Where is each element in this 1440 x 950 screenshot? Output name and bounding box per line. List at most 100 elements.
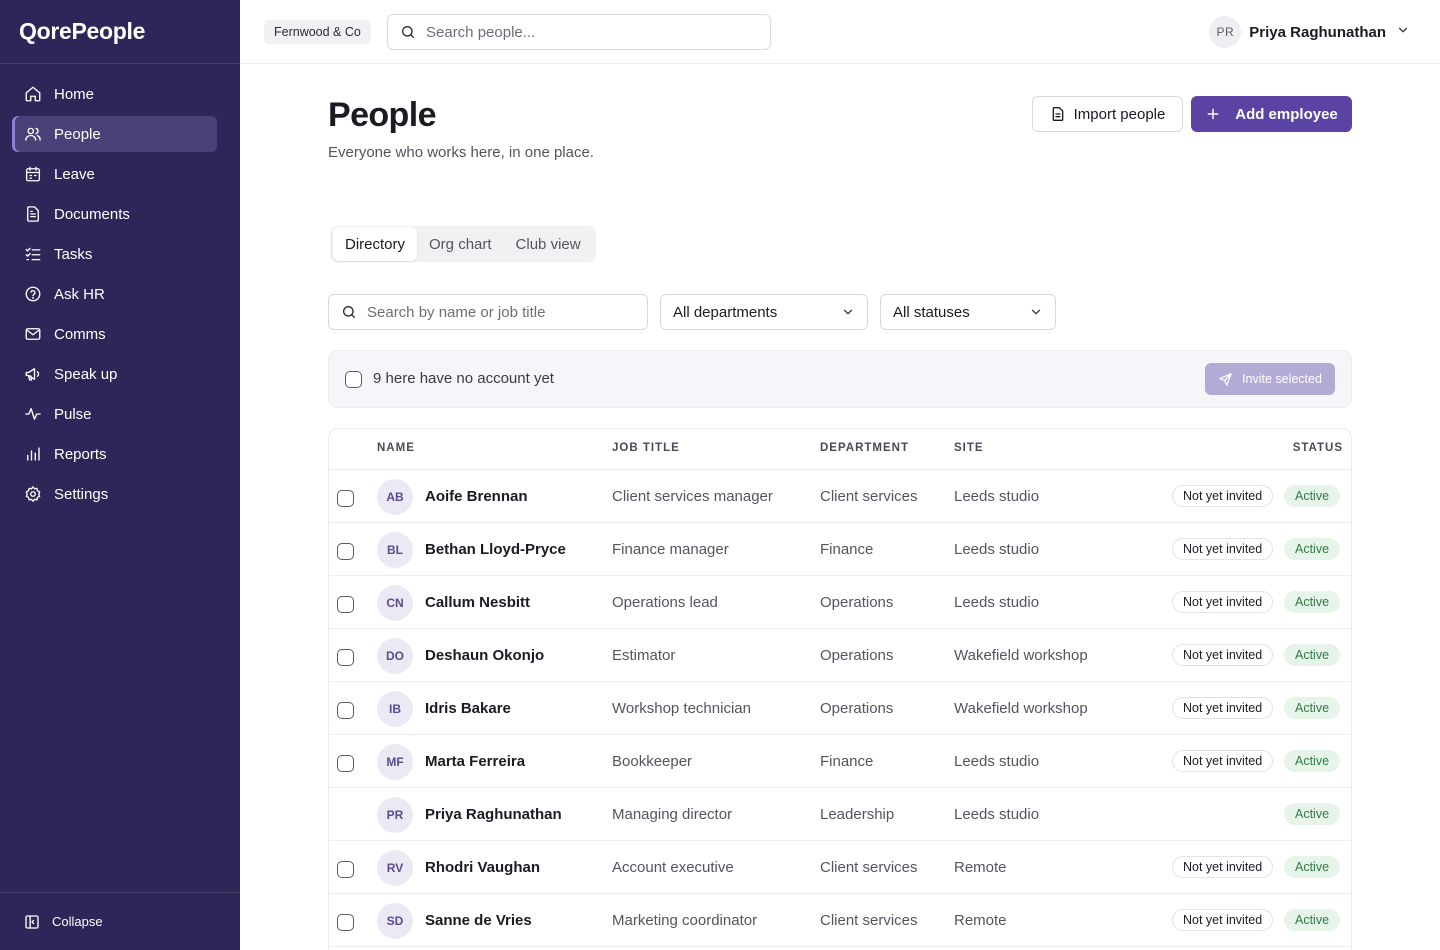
invite-status-badge: Not yet invited xyxy=(1172,591,1274,613)
sidebar-item-pulse[interactable]: Pulse xyxy=(12,396,217,432)
search-icon xyxy=(341,304,357,320)
column-header-job-title[interactable]: JOB TITLE xyxy=(612,442,680,454)
global-search-input[interactable] xyxy=(426,23,770,41)
row-checkbox[interactable] xyxy=(337,861,354,878)
add-employee-label: Add employee xyxy=(1235,105,1338,123)
job-title-cell: Client services manager xyxy=(612,488,773,505)
table-row[interactable]: MF Marta Ferreira Bookkeeper Finance Leeds s… xyxy=(329,735,1351,788)
table-row[interactable]: CN Callum Nesbitt Operations lead Operation… xyxy=(329,576,1351,629)
avatar: MF xyxy=(377,744,413,780)
sidebar-item-tasks[interactable]: Tasks xyxy=(12,236,217,272)
employee-name[interactable]: Aoife Brennan xyxy=(425,488,528,505)
sidebar-item-comms[interactable]: Comms xyxy=(12,316,217,352)
employee-name[interactable]: Sanne de Vries xyxy=(425,912,532,929)
sidebar-item-people[interactable]: People xyxy=(12,116,217,152)
users-icon xyxy=(24,125,42,143)
employee-name[interactable]: Deshaun Okonjo xyxy=(425,647,544,664)
row-checkbox[interactable] xyxy=(337,755,354,772)
employee-name[interactable]: Priya Raghunathan xyxy=(425,806,562,823)
view-tabs: Directory Org chart Club view xyxy=(330,226,596,262)
chevron-down-icon xyxy=(1029,305,1043,319)
chart-icon xyxy=(24,445,42,463)
employee-name[interactable]: Rhodri Vaughan xyxy=(425,859,540,876)
status-select[interactable]: All statuses xyxy=(880,294,1056,330)
select-uninvited-checkbox[interactable] xyxy=(345,371,362,388)
department-select[interactable]: All departments xyxy=(660,294,868,330)
column-header-site[interactable]: SITE xyxy=(954,442,984,454)
employee-name[interactable]: Callum Nesbitt xyxy=(425,594,530,611)
sidebar-item-reports[interactable]: Reports xyxy=(12,436,217,472)
row-checkbox[interactable] xyxy=(337,649,354,666)
department-cell: Finance xyxy=(820,753,874,770)
employee-name[interactable]: Bethan Lloyd-Pryce xyxy=(425,541,566,558)
invite-bar-text: 9 here have no account yet xyxy=(373,370,554,387)
row-checkbox[interactable] xyxy=(337,543,354,560)
sidebar-item-label: Documents xyxy=(54,205,130,223)
invite-status-badge: Not yet invited xyxy=(1172,856,1274,878)
invite-selected-button[interactable]: Invite selected xyxy=(1205,363,1335,395)
avatar: BL xyxy=(377,532,413,568)
sidebar-item-label: Speak up xyxy=(54,365,118,383)
sidebar-item-label: Pulse xyxy=(54,405,92,423)
sidebar-item-label: Reports xyxy=(54,445,107,463)
avatar: SD xyxy=(377,903,413,939)
sidebar-item-speak-up[interactable]: Speak up xyxy=(12,356,217,392)
page-title: People xyxy=(328,96,436,134)
sidebar-item-settings[interactable]: Settings xyxy=(12,476,217,512)
site-cell: Leeds studio xyxy=(954,488,1040,505)
table-row[interactable]: AB Aoife Brennan Client services manager Cl… xyxy=(329,470,1351,523)
row-checkbox[interactable] xyxy=(337,596,354,613)
import-people-button[interactable]: Import people xyxy=(1032,96,1183,132)
avatar: AB xyxy=(377,479,413,515)
gear-icon xyxy=(24,485,42,503)
add-employee-button[interactable]: Add employee xyxy=(1191,96,1352,132)
table-row[interactable]: BL Bethan Lloyd-Pryce Finance manager Finan… xyxy=(329,523,1351,576)
table-row[interactable]: SD Sanne de Vries Marketing coordinator Cli… xyxy=(329,894,1351,947)
row-checkbox[interactable] xyxy=(337,702,354,719)
invite-status-badge: Not yet invited xyxy=(1172,538,1274,560)
row-checkbox[interactable] xyxy=(337,490,354,507)
sidebar-nav: Home People Leave Documents Tasks Ask HR… xyxy=(0,64,240,512)
column-header-name[interactable]: NAME xyxy=(377,442,415,454)
global-search[interactable] xyxy=(387,14,771,50)
user-menu[interactable]: PR Priya Raghunathan xyxy=(1209,16,1410,48)
table-row[interactable]: RV Rhodri Vaughan Account executive Client … xyxy=(329,841,1351,894)
sidebar-item-ask-hr[interactable]: Ask HR xyxy=(12,276,217,312)
tab-directory[interactable]: Directory xyxy=(333,227,418,261)
job-title-cell: Bookkeeper xyxy=(612,753,693,770)
topbar: Fernwood & Co PR Priya Raghunathan xyxy=(240,0,1440,64)
column-header-department[interactable]: DEPARTMENT xyxy=(820,442,909,454)
table-row[interactable]: DO Deshaun Okonjo Estimator Operations Wakef… xyxy=(329,629,1351,682)
invite-bar: 9 here have no account yet Invite select… xyxy=(328,350,1352,408)
chevron-down-icon xyxy=(841,305,855,319)
sidebar-item-home[interactable]: Home xyxy=(12,76,217,112)
site-cell: Leeds studio xyxy=(954,806,1040,823)
table-header: NAME JOB TITLE DEPARTMENT SITE STATUS xyxy=(329,429,1351,470)
org-switcher[interactable]: Fernwood & Co xyxy=(264,20,371,44)
row-checkbox[interactable] xyxy=(337,914,354,931)
collapse-button[interactable]: Collapse xyxy=(0,892,240,950)
sidebar: QorePeople Home People Leave Documents T… xyxy=(0,0,240,950)
tab-org-chart[interactable]: Org chart xyxy=(417,227,504,261)
avatar: PR xyxy=(377,797,413,833)
tab-club-view[interactable]: Club view xyxy=(504,227,593,261)
employee-name[interactable]: Idris Bakare xyxy=(425,700,511,717)
people-search[interactable] xyxy=(328,294,648,330)
job-title-cell: Estimator xyxy=(612,647,676,664)
employee-name[interactable]: Marta Ferreira xyxy=(425,753,525,770)
job-title-cell: Marketing coordinator xyxy=(612,912,758,929)
people-search-input[interactable] xyxy=(367,303,647,321)
table-row[interactable]: IB Idris Bakare Workshop technician Operati… xyxy=(329,682,1351,735)
sidebar-item-documents[interactable]: Documents xyxy=(12,196,217,232)
site-cell: Remote xyxy=(954,859,1007,876)
status-badge: Active xyxy=(1284,856,1341,878)
status-badge: Active xyxy=(1284,750,1341,772)
department-cell: Client services xyxy=(820,859,918,876)
job-title-cell: Finance manager xyxy=(612,541,729,558)
sidebar-item-leave[interactable]: Leave xyxy=(12,156,217,192)
collapse-label: Collapse xyxy=(52,914,103,929)
table-row[interactable]: PR Priya Raghunathan Managing director Lead… xyxy=(329,788,1351,841)
column-header-status[interactable]: STATUS xyxy=(1293,442,1343,454)
app-logo[interactable]: QorePeople xyxy=(0,0,240,64)
sidebar-item-label: Comms xyxy=(54,325,106,343)
